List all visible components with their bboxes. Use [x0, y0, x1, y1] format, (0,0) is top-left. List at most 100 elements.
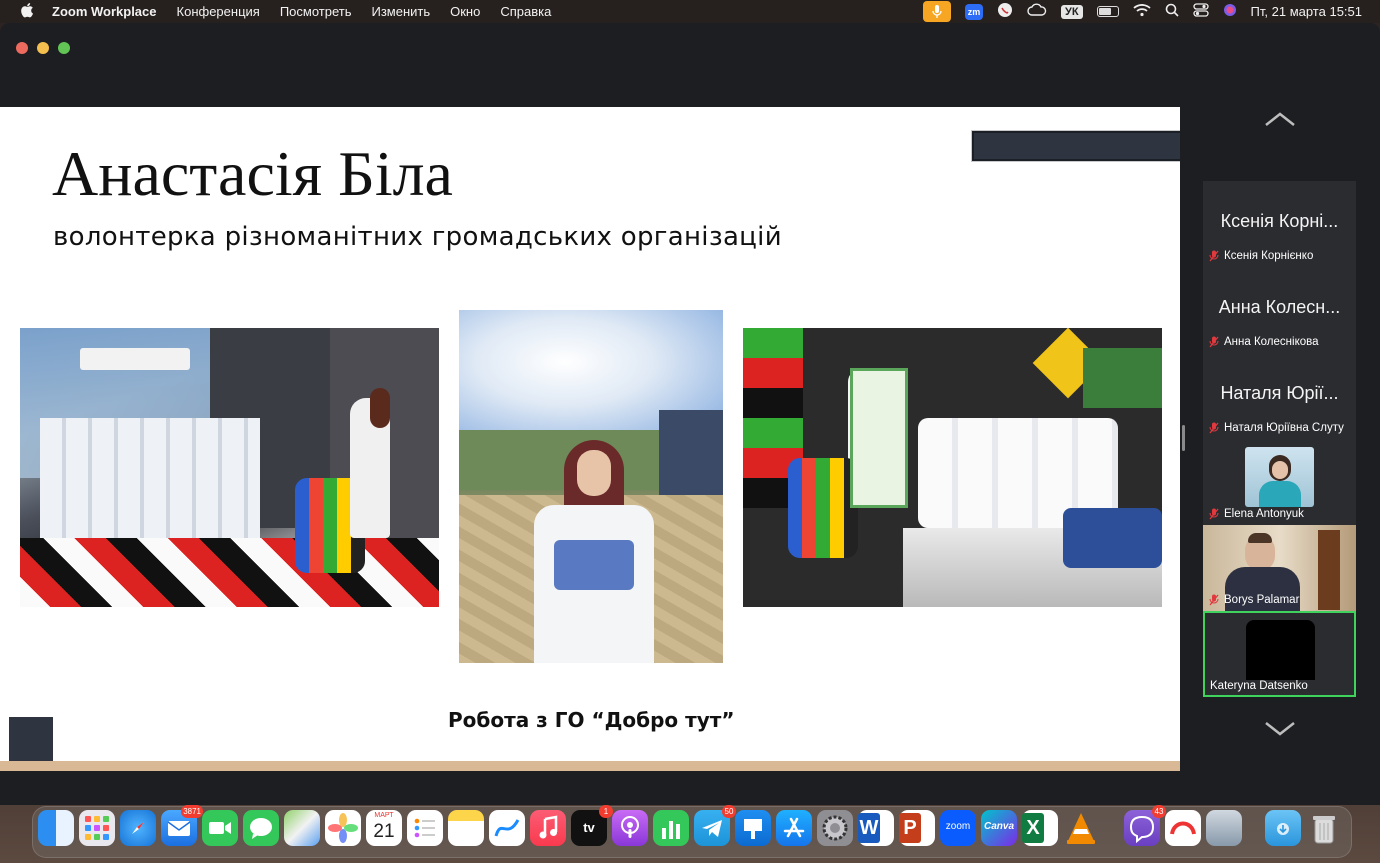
notes-icon[interactable] — [448, 810, 484, 846]
maps-icon[interactable] — [284, 810, 320, 846]
numbers-icon[interactable] — [653, 810, 689, 846]
viber-badge: 43 — [1152, 805, 1166, 818]
reminders-icon[interactable] — [407, 810, 443, 846]
close-window-button[interactable] — [16, 42, 28, 54]
slide-photo-studio-kids — [20, 328, 439, 607]
canva-label: Canva — [983, 821, 1014, 832]
keyboard-layout-indicator[interactable]: УК — [1060, 4, 1083, 19]
participant-name: Kateryna Datsenko — [1210, 680, 1308, 692]
participant-name-label: Borys Palamar — [1209, 594, 1299, 606]
participant-display-name: Анна Колесн... — [1218, 297, 1341, 317]
excel-label: X — [1022, 813, 1044, 843]
participant-tile-kseniia[interactable]: Ксенія Корні... Ксенія Корнієнко — [1203, 181, 1356, 267]
app-store-icon[interactable] — [776, 810, 812, 846]
slide-photo-dobro-tut-event — [743, 328, 1162, 607]
fullscreen-window-button[interactable] — [58, 42, 70, 54]
control-center-icon[interactable] — [1192, 3, 1209, 20]
music-icon[interactable] — [530, 810, 566, 846]
zoom-window: Анастасія Біла волонтерка різноманітних … — [0, 23, 1380, 805]
preview-icon[interactable] — [1206, 810, 1242, 846]
trash-icon[interactable] — [1306, 810, 1342, 846]
minimize-window-button[interactable] — [37, 42, 49, 54]
viber-icon[interactable]: 43 — [1124, 805, 1166, 846]
canva-icon[interactable]: Canva — [981, 810, 1017, 846]
participant-name: Borys Palamar — [1224, 594, 1300, 606]
anydesk-icon[interactable] — [1165, 810, 1201, 846]
telegram-icon[interactable]: 50 — [694, 805, 736, 846]
slide-title: Анастасія Біла — [52, 138, 453, 209]
telegram-badge: 50 — [722, 805, 736, 818]
participant-name-label: Наталя Юріївна Слуту — [1209, 422, 1344, 434]
participant-tile-borys[interactable]: Borys Palamar — [1203, 525, 1356, 611]
microsoft-excel-icon[interactable]: X — [1022, 810, 1058, 846]
gallery-scroll-up-chevron-icon[interactable] — [1264, 110, 1296, 128]
mic-muted-icon — [1209, 422, 1219, 434]
zoom-app-icon[interactable]: zoom — [940, 810, 976, 846]
participant-name-label: Kateryna Datsenko — [1210, 680, 1308, 692]
photos-icon[interactable] — [325, 810, 361, 846]
window-titlebar — [0, 23, 1380, 107]
menu-item-help[interactable]: Справка — [500, 4, 551, 19]
participant-display-name: Ксенія Корні... — [1220, 211, 1339, 231]
apple-tv-label: tv — [583, 820, 595, 835]
menu-bar: Zoom Workplace Конференция Посмотреть Из… — [0, 0, 1380, 23]
spotlight-search-icon[interactable] — [1165, 3, 1179, 20]
microsoft-word-icon[interactable]: W — [858, 810, 894, 846]
participant-name: Анна Колеснікова — [1224, 336, 1319, 348]
zoom-menubar-icon[interactable]: zm — [964, 3, 983, 20]
participant-name-label: Elena Antonyuk — [1209, 508, 1304, 520]
participant-tile-anna[interactable]: Анна Колесн... Анна Колеснікова — [1203, 267, 1356, 353]
vlc-icon[interactable] — [1063, 810, 1099, 846]
apple-tv-icon[interactable]: tv 1 — [571, 805, 613, 846]
apple-tv-badge: 1 — [599, 805, 613, 818]
wifi-icon[interactable] — [1132, 3, 1151, 20]
slide-decoration-bar — [972, 131, 1180, 161]
finder-icon[interactable] — [38, 810, 74, 846]
participant-name: Ксенія Корнієнко — [1224, 250, 1314, 262]
gallery-resize-handle[interactable] — [1182, 425, 1185, 451]
participant-tile-kateryna-active-speaker[interactable]: Kateryna Datsenko — [1203, 611, 1356, 697]
system-settings-icon[interactable] — [817, 810, 853, 846]
freeform-icon[interactable] — [489, 810, 525, 846]
participant-name: Elena Antonyuk — [1224, 508, 1304, 520]
slide-caption: Робота з ГО “Добро тут” — [448, 708, 735, 732]
slide-footer-band — [0, 761, 1180, 771]
calendar-day: 21 — [373, 821, 395, 842]
microphone-status-icon[interactable] — [922, 1, 951, 22]
mic-muted-icon — [1209, 250, 1219, 262]
keynote-icon[interactable] — [735, 810, 771, 846]
gallery-scroll-down-chevron-icon[interactable] — [1264, 720, 1296, 738]
zoom-label: zoom — [945, 821, 971, 832]
menu-app-name[interactable]: Zoom Workplace — [52, 4, 157, 19]
apple-menu-icon[interactable] — [18, 2, 36, 22]
battery-icon[interactable] — [1096, 6, 1119, 17]
creative-cloud-icon[interactable] — [1027, 2, 1047, 21]
mic-muted-icon — [1209, 508, 1219, 520]
participant-name-label: Ксенія Корнієнко — [1209, 250, 1313, 262]
calendar-icon[interactable]: МАРТ 21 — [366, 810, 402, 846]
powerpoint-label: P — [899, 813, 921, 843]
shared-screen-slide: Анастасія Біла волонтерка різноманітних … — [0, 107, 1180, 771]
menu-item-conference[interactable]: Конференция — [177, 4, 260, 19]
participant-video — [1245, 447, 1314, 507]
microsoft-powerpoint-icon[interactable]: P — [899, 810, 935, 846]
viber-menubar-icon[interactable] — [997, 2, 1013, 21]
menu-item-edit[interactable]: Изменить — [371, 4, 430, 19]
participant-tile-elena[interactable]: Elena Antonyuk — [1203, 439, 1356, 525]
siri-icon[interactable] — [1223, 3, 1237, 20]
mail-unread-badge: 3871 — [181, 805, 203, 818]
menubar-clock[interactable]: Пт, 21 марта 15:51 — [1251, 4, 1362, 19]
mail-icon[interactable]: 3871 — [161, 805, 203, 846]
menu-item-window[interactable]: Окно — [450, 4, 480, 19]
safari-icon[interactable] — [120, 810, 156, 846]
participant-tile-natalia[interactable]: Наталя Юрії... Наталя Юріївна Слуту — [1203, 353, 1356, 439]
slide-photo-volunteer-portrait — [459, 310, 723, 663]
facetime-icon[interactable] — [202, 810, 238, 846]
launchpad-icon[interactable] — [79, 810, 115, 846]
messages-icon[interactable] — [243, 810, 279, 846]
downloads-folder-icon[interactable] — [1265, 810, 1301, 846]
menu-item-view[interactable]: Посмотреть — [280, 4, 352, 19]
podcasts-icon[interactable] — [612, 810, 648, 846]
mic-muted-icon — [1209, 336, 1219, 348]
participant-video — [1246, 620, 1315, 680]
